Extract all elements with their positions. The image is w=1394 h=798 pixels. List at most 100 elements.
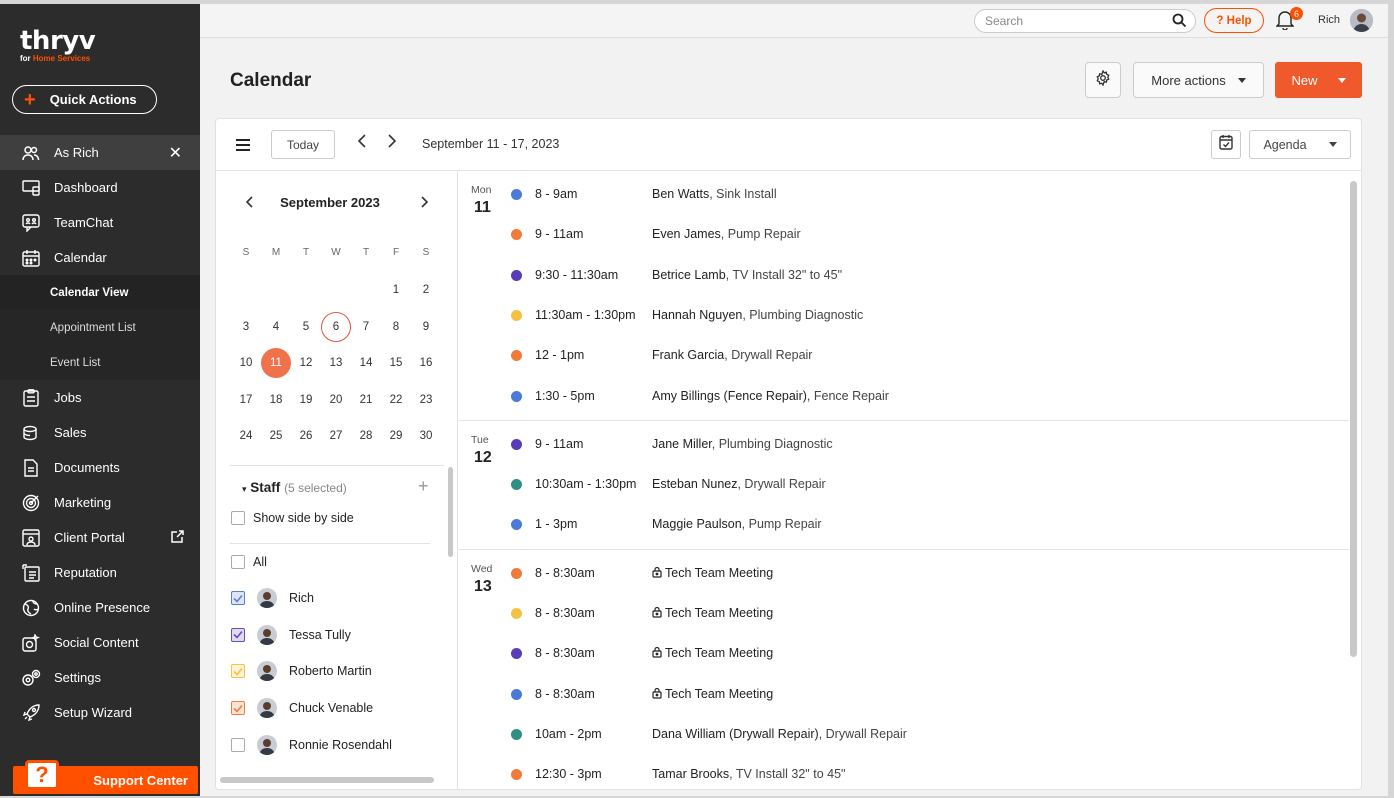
sidebar-item-label: Client Portal [54,530,125,545]
dashboard-icon [20,177,42,199]
staff-checkbox[interactable] [231,664,245,679]
agenda-event[interactable]: 12:30 - 3pm Tamar Brooks, TV Install 32" … [459,755,1349,789]
staff-checkbox[interactable] [231,627,245,642]
calendar-day[interactable]: 29 [381,421,411,451]
side-by-side-checkbox[interactable] [231,511,245,525]
scrollbar-vertical[interactable] [1350,181,1357,657]
search-input[interactable]: Search [974,9,1196,33]
more-actions-button[interactable]: More actions [1133,62,1264,98]
agenda-event[interactable]: 11:30am - 1:30pm Hannah Nguyen, Plumbing … [459,296,1349,336]
sidebar: thryv for Home Services + Quick Actions … [0,4,200,796]
agenda-event[interactable]: 10am - 2pm Dana William (Drywall Repair),… [459,715,1349,755]
calendar-day[interactable]: 2 [411,275,441,305]
calendar-day[interactable]: 5 [291,312,321,342]
agenda-event[interactable]: 9:30 - 11:30am Betrice Lamb, TV Install 3… [459,256,1349,296]
calendar-day[interactable]: 22 [381,385,411,415]
agenda-event[interactable]: 9 - 11am Jane Miller, Plumbing Diagnostic [459,425,1349,465]
add-staff-icon[interactable]: + [418,476,429,497]
calendar-settings-button[interactable] [1085,62,1121,98]
thryv-logo[interactable]: thryv for Home Services [20,26,96,63]
calendar-day[interactable]: 17 [231,385,261,415]
calendar-day[interactable]: 10 [231,348,261,378]
agenda-event[interactable]: 8 - 8:30am Tech Team Meeting [459,634,1349,674]
sidebar-item-dashboard[interactable]: Dashboard [0,170,200,205]
sidebar-item-label: TeamChat [54,215,114,230]
calendar-day[interactable]: 6 [321,311,351,342]
agenda-event[interactable]: 8 - 8:30am Tech Team Meeting [459,594,1349,634]
all-staff-checkbox[interactable] [231,555,245,569]
sidebar-item-marketing[interactable]: Marketing [0,485,200,520]
sidebar-item-setup-wizard[interactable]: Setup Wizard [0,695,200,730]
search-icon[interactable] [1172,13,1187,31]
scrollbar-vertical[interactable] [448,467,453,557]
sidebar-item-client-portal[interactable]: Client Portal [0,520,200,555]
chevron-right-icon[interactable] [421,195,429,211]
event-client: Esteban Nunez [652,477,738,492]
calendar-day[interactable]: 4 [261,312,291,342]
chevron-right-icon[interactable] [387,134,397,153]
sidebar-item-teamchat[interactable]: TeamChat [0,205,200,240]
view-select[interactable]: Agenda [1249,130,1351,159]
sidebar-item-documents[interactable]: Documents [0,450,200,485]
sidebar-item-as-rich[interactable]: As Rich ✕ [0,135,200,170]
sidebar-item-reputation[interactable]: Reputation [0,555,200,590]
calendar-day[interactable]: 14 [351,348,381,378]
agenda-event[interactable]: 8 - 9am Ben Watts, Sink Install [459,175,1349,215]
calendar-day[interactable]: 8 [381,312,411,342]
calendar-day[interactable]: 25 [261,421,291,451]
help-button[interactable]: ? Help [1204,8,1264,33]
calendar-day[interactable]: 18 [261,385,291,415]
calendar-day[interactable]: 11 [261,348,291,378]
staff-checkbox[interactable] [231,737,245,752]
agenda-event[interactable]: 8 - 8:30am Tech Team Meeting [459,554,1349,594]
calendar-day[interactable]: 12 [291,348,321,378]
calendar-day[interactable]: 24 [231,421,261,451]
staff-header[interactable]: ▾ Staff (5 selected) [242,480,347,495]
agenda-event[interactable]: 9 - 11am Even James, Pump Repair [459,215,1349,255]
quick-actions-button[interactable]: + Quick Actions [12,85,157,114]
calendar-day[interactable]: 1 [381,275,411,305]
staff-checkbox[interactable] [231,701,245,716]
calendar-picker-button[interactable] [1211,130,1241,159]
user-avatar[interactable] [1350,9,1373,32]
sidebar-item-social-content[interactable]: Social Content [0,625,200,660]
chevron-left-icon[interactable] [357,134,367,153]
staff-checkbox[interactable] [231,591,245,605]
sidebar-subitem-appointment-list[interactable]: Appointment List [0,310,200,345]
user-name[interactable]: Rich [1318,14,1340,26]
sidebar-item-jobs[interactable]: Jobs [0,380,200,415]
calendar-day[interactable]: 13 [321,348,351,378]
new-button[interactable]: New [1275,62,1362,98]
sidebar-item-sales[interactable]: Sales [0,415,200,450]
calendar-day[interactable]: 15 [381,348,411,378]
support-center-button[interactable]: ? Support Center [13,760,198,794]
calendar-day[interactable]: 9 [411,312,441,342]
agenda-event[interactable]: 1 - 3pm Maggie Paulson, Pump Repair [459,505,1349,545]
calendar-day[interactable]: 23 [411,385,441,415]
calendar-day[interactable]: 20 [321,385,351,415]
sidebar-item-settings[interactable]: Settings [0,660,200,695]
scrollbar-horizontal[interactable] [220,777,434,783]
agenda-event[interactable]: 10:30am - 1:30pm Esteban Nunez, Drywall R… [459,465,1349,505]
agenda-event[interactable]: 8 - 8:30am Tech Team Meeting [459,675,1349,715]
sidebar-item-online-presence[interactable]: Online Presence [0,590,200,625]
calendar-day[interactable]: 26 [291,421,321,451]
calendar-day[interactable]: 16 [411,348,441,378]
agenda-event[interactable]: 1:30 - 5pm Amy Billings (Fence Repair), F… [459,377,1349,417]
calendar-day[interactable]: 19 [291,385,321,415]
sidebar-subitem-calendar-view[interactable]: Calendar View [0,275,200,310]
calendar-day[interactable]: 27 [321,421,351,451]
calendar-day[interactable]: 7 [351,312,381,342]
today-button[interactable]: Today [271,130,335,159]
calendar-day[interactable]: 28 [351,421,381,451]
close-icon[interactable]: ✕ [169,143,182,163]
menu-icon[interactable] [236,138,250,156]
sidebar-subitem-event-list[interactable]: Event List [0,345,200,380]
calendar-day[interactable]: 3 [231,312,261,342]
calendar-card: Today September 11 - 17, 2023 Agenda Sep… [215,118,1362,790]
calendar-day[interactable]: 30 [411,421,441,451]
agenda-event[interactable]: 12 - 1pm Frank Garcia, Drywall Repair [459,336,1349,376]
sidebar-item-calendar[interactable]: Calendar [0,240,200,275]
calendar-day[interactable]: 21 [351,385,381,415]
event-client: Betrice Lamb [652,267,726,282]
